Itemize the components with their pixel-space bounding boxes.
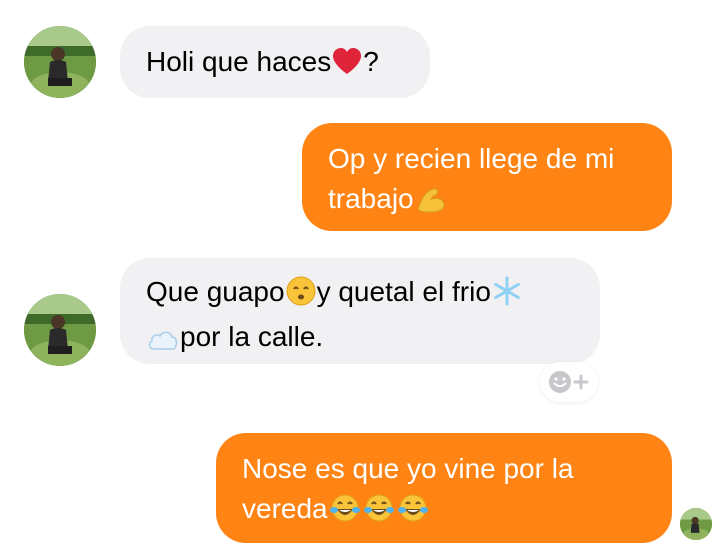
message-text: y quetal el frio bbox=[316, 276, 491, 307]
flexed-biceps-emoji-icon bbox=[415, 184, 447, 224]
avatar-photo-icon bbox=[24, 26, 96, 98]
kissing-emoji-icon bbox=[286, 276, 316, 317]
message-text: trabajo bbox=[328, 183, 414, 214]
tears-of-joy-emoji-icon bbox=[363, 493, 395, 534]
message-bubble-incoming[interactable]: Holi que haces? bbox=[120, 26, 430, 98]
message-line: vereda bbox=[242, 489, 646, 534]
cloud-emoji-icon bbox=[147, 322, 179, 362]
message-text: Que guapo bbox=[146, 276, 285, 307]
message-line: Que guapo y quetal el frio bbox=[146, 272, 574, 317]
message-text: Holi que haces bbox=[146, 46, 332, 77]
heart-emoji-icon bbox=[332, 47, 362, 87]
chat-conversation: Holi que haces? Op y recien llege de mi … bbox=[0, 0, 720, 560]
message-line: Holi que haces? bbox=[146, 42, 404, 87]
avatar-photo-icon bbox=[24, 294, 96, 366]
message-line: Op y recien llege de mi bbox=[328, 143, 615, 174]
snowflake-emoji-icon bbox=[492, 276, 522, 317]
message-bubble-outgoing[interactable]: Nose es que yo vine por la vereda bbox=[216, 433, 672, 543]
smiley-add-icon bbox=[549, 371, 589, 393]
tears-of-joy-emoji-icon bbox=[329, 493, 361, 534]
message-bubble-outgoing[interactable]: Op y recien llege de mi trabajo bbox=[302, 123, 672, 231]
message-line: Nose es que yo vine por la bbox=[242, 453, 574, 484]
message-text: ? bbox=[363, 46, 379, 77]
add-reaction-button[interactable] bbox=[540, 362, 598, 402]
contact-avatar[interactable] bbox=[24, 26, 96, 98]
tears-of-joy-emoji-icon bbox=[397, 493, 429, 534]
message-line: por la calle. bbox=[146, 317, 574, 362]
message-bubble-incoming[interactable]: Que guapo y quetal el frio por la calle. bbox=[120, 258, 600, 364]
message-text: por la calle. bbox=[180, 321, 324, 352]
message-line: trabajo bbox=[328, 179, 646, 224]
seen-avatar bbox=[680, 508, 712, 540]
message-text: vereda bbox=[242, 493, 328, 524]
avatar-photo-icon bbox=[680, 508, 712, 540]
contact-avatar[interactable] bbox=[24, 294, 96, 366]
